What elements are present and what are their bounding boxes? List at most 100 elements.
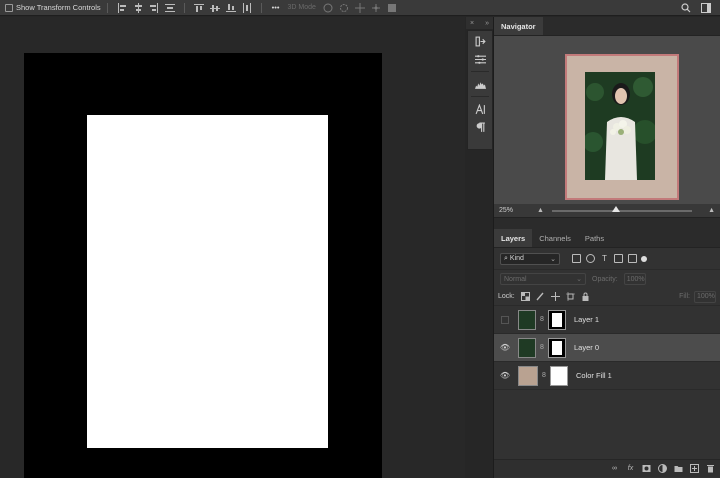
- lock-label: Lock:: [498, 293, 515, 300]
- tab-navigator[interactable]: Navigator: [494, 17, 543, 35]
- workspace-icon[interactable]: [700, 2, 712, 14]
- layer-thumbnail: [518, 337, 536, 358]
- navigator-preview[interactable]: [494, 36, 720, 204]
- color-fill-thumbnail[interactable]: [518, 365, 538, 386]
- lock-artboard-icon[interactable]: [565, 292, 575, 301]
- layer-row-color-fill-1[interactable]: 👁 8 Color Fill 1: [494, 362, 720, 390]
- show-transform-checkbox[interactable]: [5, 3, 13, 12]
- divider: [106, 2, 108, 13]
- opacity-input[interactable]: 100%: [623, 273, 646, 285]
- new-layer-icon[interactable]: [690, 464, 699, 473]
- lock-pixels-icon[interactable]: [536, 292, 545, 301]
- fill-input[interactable]: 100%: [694, 290, 716, 303]
- distribute-vertical-icon[interactable]: [241, 2, 253, 14]
- visibility-toggle[interactable]: 👁: [494, 343, 516, 352]
- expand-panels-icon[interactable]: »: [485, 20, 489, 27]
- align-center-icon[interactable]: [132, 2, 144, 14]
- canvas-white-area: [87, 115, 328, 448]
- layers-panel-gap: [494, 218, 720, 228]
- layer-name[interactable]: Layer 1: [574, 315, 599, 324]
- show-transform-controls-toggle[interactable]: Show Transform Controls: [5, 3, 101, 12]
- blend-mode-value: Normal: [504, 275, 527, 283]
- tab-paths[interactable]: Paths: [578, 229, 611, 247]
- link-icon[interactable]: 8: [538, 316, 546, 323]
- align-bottom-icon[interactable]: [225, 2, 237, 14]
- distribute-horizontal-icon[interactable]: [164, 2, 176, 14]
- link-icon[interactable]: 8: [540, 372, 548, 379]
- align-left-icon[interactable]: [116, 2, 128, 14]
- layer-name[interactable]: Layer 0: [574, 343, 599, 352]
- right-panels: Navigator 25% ▲ ▲ Layers Channels Paths …: [493, 17, 720, 478]
- eye-icon[interactable]: 👁: [500, 343, 510, 352]
- more-options-button[interactable]: •••: [272, 3, 280, 12]
- orbit-3d-icon: [322, 2, 334, 14]
- layers-tabrow: Layers Channels Paths: [494, 228, 720, 248]
- blend-row: Normal ⌄ Opacity: 100%: [494, 270, 720, 288]
- lock-position-icon[interactable]: [550, 292, 560, 301]
- mask-white-area: [552, 312, 562, 327]
- character-panel-icon[interactable]: [474, 103, 486, 115]
- zoom-slider-knob[interactable]: [611, 205, 620, 212]
- kind-filter-select[interactable]: ⌕ Kind ⌄: [500, 252, 560, 265]
- layer-row-layer-1[interactable]: 8 Layer 1: [494, 306, 720, 334]
- eye-icon[interactable]: 👁: [500, 371, 510, 380]
- layer-mask-thumbnail[interactable]: [548, 337, 566, 358]
- eye-hidden-icon[interactable]: [501, 315, 509, 324]
- layer-thumbnail: [518, 309, 536, 330]
- adjustment-filter-icon[interactable]: [586, 254, 595, 263]
- link-icon[interactable]: 8: [538, 344, 546, 351]
- canvas-workspace[interactable]: [0, 17, 465, 478]
- fx-icon[interactable]: fx: [626, 464, 635, 473]
- tab-layers[interactable]: Layers: [494, 229, 533, 247]
- layer-row-layer-0[interactable]: 👁 8 Layer 0: [494, 334, 720, 362]
- type-filter-icon[interactable]: T: [600, 254, 609, 263]
- lock-transparent-icon[interactable]: [520, 292, 530, 301]
- paragraph-panel-icon[interactable]: [474, 121, 486, 133]
- scale-3d-icon: [386, 2, 398, 14]
- new-group-icon[interactable]: [674, 464, 683, 473]
- link-layers-icon[interactable]: ∞: [610, 464, 619, 473]
- visibility-toggle[interactable]: 👁: [494, 371, 516, 380]
- navigator-tabrow: Navigator: [494, 17, 720, 36]
- opacity-value: 100%: [626, 275, 645, 283]
- search-icon[interactable]: [680, 2, 692, 14]
- divider: [471, 71, 489, 72]
- zoom-slider[interactable]: [551, 205, 693, 212]
- kind-label: Kind: [509, 255, 524, 262]
- lock-all-icon[interactable]: [581, 292, 590, 301]
- fill-value: 100%: [697, 293, 715, 300]
- blend-mode-select[interactable]: Normal ⌄: [500, 273, 586, 285]
- align-right-icon[interactable]: [148, 2, 160, 14]
- align-top-icon[interactable]: [193, 2, 205, 14]
- document-canvas[interactable]: [24, 53, 382, 478]
- shape-filter-icon[interactable]: [614, 254, 623, 263]
- align-middle-icon[interactable]: [209, 2, 221, 14]
- adjustment-layer-icon[interactable]: [658, 464, 667, 473]
- history-panel-icon[interactable]: [474, 35, 486, 47]
- pixel-filter-icon[interactable]: [572, 254, 581, 263]
- navigator-photo: [585, 72, 655, 180]
- layer-mask-thumbnail[interactable]: [548, 309, 566, 330]
- mask-white-area: [552, 340, 562, 355]
- tab-channels[interactable]: Channels: [532, 229, 578, 247]
- delete-layer-icon[interactable]: [706, 464, 715, 473]
- smart-object-filter-icon[interactable]: [628, 254, 637, 263]
- visibility-toggle[interactable]: [494, 315, 516, 324]
- layer-name[interactable]: Color Fill 1: [576, 371, 612, 380]
- zoom-in-icon[interactable]: ▲: [708, 207, 715, 214]
- filter-toggle-icon[interactable]: [641, 255, 647, 262]
- close-panel-icon[interactable]: ×: [470, 20, 474, 27]
- zoom-out-icon[interactable]: ▲: [537, 207, 544, 214]
- layer-mask-thumbnail[interactable]: [550, 365, 568, 386]
- add-mask-icon[interactable]: [642, 464, 651, 473]
- collapsed-panel-header: × »: [466, 17, 493, 29]
- zoom-value[interactable]: 25%: [499, 207, 529, 214]
- navigator-thumbnail: [565, 54, 679, 200]
- adjustments-panel-icon[interactable]: [474, 53, 486, 65]
- show-transform-label: Show Transform Controls: [16, 3, 101, 12]
- chevron-down-icon: ⌄: [576, 276, 582, 283]
- histogram-panel-icon[interactable]: [474, 78, 486, 90]
- layer-filter-row: ⌕ Kind ⌄ T: [494, 248, 720, 270]
- pan-3d-icon: [354, 2, 366, 14]
- divider: [471, 96, 489, 97]
